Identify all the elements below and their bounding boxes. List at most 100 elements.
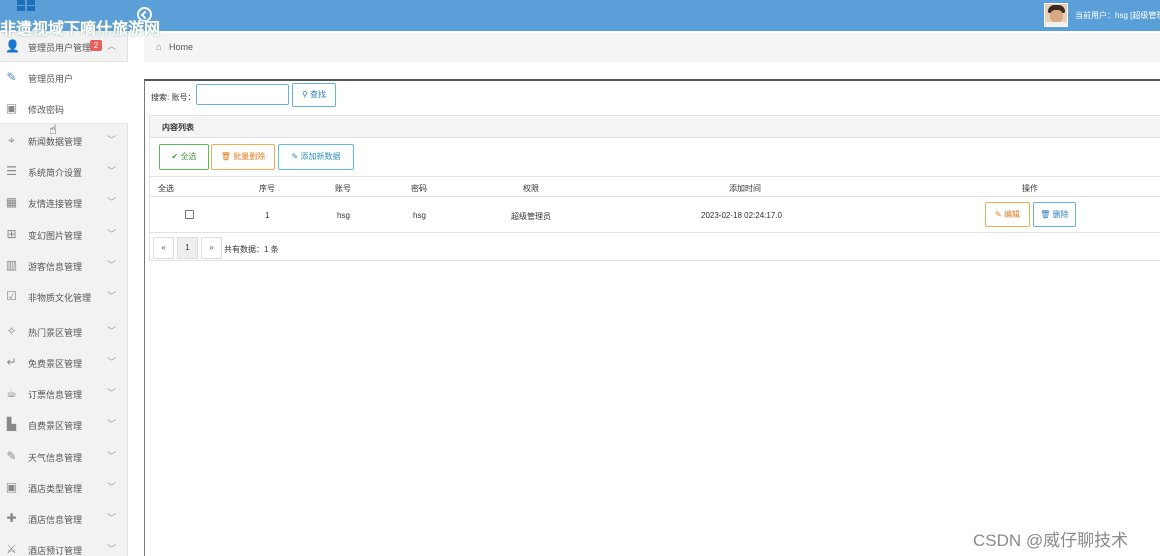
page-next[interactable]: » (201, 237, 222, 259)
sidebar-item-label: 管理员用户管理 (28, 43, 92, 53)
check-square-icon: ☑ (6, 289, 17, 303)
chevron-down-icon: ﹀ (107, 419, 117, 429)
image-icon: ▣ (5, 101, 18, 115)
cell-account: hsg (337, 211, 350, 220)
sidebar-item-hotel-booking[interactable]: ⚔ 酒店预订管理 ﹀ (0, 534, 128, 556)
sidebar-item-hotel-types[interactable]: ▣ 酒店类型管理 ﹀ (0, 472, 128, 503)
table-icon: ▦ (5, 195, 18, 209)
sidebar-item-weather[interactable]: ✎ 天气信息管理 ﹀ (0, 441, 128, 472)
delete-button[interactable]: 🗑 删除 (1033, 202, 1076, 227)
sidebar-item-system-intro[interactable]: ☰ 系统简介设置 ﹀ (0, 156, 128, 187)
sidebar-item-news[interactable]: ⌖ 新闻数据管理 ﹀ (0, 125, 128, 156)
chevron-down-icon: ﹀ (107, 291, 117, 301)
home-icon[interactable]: ⌂ (156, 42, 162, 53)
sidebar-item-admin-user[interactable]: ✎ 管理员用户 (0, 62, 128, 93)
sidebar-item-label: 游客信息管理 (28, 262, 83, 272)
current-user-info[interactable]: 当前用户：hsg [超级管理 (1075, 10, 1160, 21)
page-number[interactable]: 1 (177, 237, 198, 259)
sidebar-item-label: 免费景区管理 (28, 359, 83, 369)
sidebar-item-carousel[interactable]: ⊞ 变幻图片管理 ﹀ (0, 219, 128, 250)
sidebar-item-label: 自费景区管理 (28, 421, 83, 431)
sidebar-item-label: 系统简介设置 (28, 168, 83, 178)
header-actions: 操作 (1022, 184, 1038, 193)
edit-label: 编辑 (1003, 210, 1020, 219)
sidebar-item-label: 订票信息管理 (28, 390, 83, 400)
overlay-title-text: 非遗视域下嘀什旅游网 (0, 21, 161, 38)
page-prev[interactable]: « (153, 237, 174, 259)
sidebar-item-hotel-info[interactable]: ✚ 酒店信息管理 ﹀ (0, 503, 128, 534)
chevron-down-icon: ﹀ (107, 513, 117, 523)
chevron-down-icon: ﹀ (107, 166, 117, 176)
user-icon: 👤 (5, 39, 20, 53)
sidebar-item-label: 变幻图片管理 (28, 231, 83, 241)
list-icon: ☰ (6, 164, 17, 178)
batch-delete-button[interactable]: 🗑 批量删除 (211, 144, 275, 170)
content-list-panel: 内容列表 ✔ 全选 🗑 批量删除 ✎ 添加新数据 全选 序号 账号 密码 权限 … (149, 115, 1160, 261)
chevron-down-icon: ﹀ (107, 229, 117, 239)
hand-cursor-icon: ☝ (49, 122, 57, 137)
panel-title: 内容列表 (162, 123, 194, 132)
batch-delete-label: 批量删除 (233, 152, 266, 161)
breadcrumb-home[interactable]: Home (169, 42, 193, 52)
search-label: 搜索: 账号： (151, 93, 196, 102)
sidebar-item-hot-scenic[interactable]: ✧ 热门景区管理 ﹀ (0, 316, 128, 347)
sidebar-item-label: 修改密码 (28, 105, 65, 115)
chevron-down-icon: ﹀ (107, 135, 117, 145)
chevron-down-icon: ﹀ (107, 544, 117, 554)
table-row: 1 hsg hsg 超级管理员 2023-02-18 02:24:17.0 ✎ … (150, 197, 1160, 233)
reply-icon: ↵ (6, 355, 17, 369)
edit-button[interactable]: ✎ 编辑 (985, 202, 1030, 227)
sidebar-item-friend-links[interactable]: ▦ 友情连接管理 ﹀ (0, 187, 128, 218)
search-button-label: 查找 (310, 90, 327, 99)
sidebar-item-change-password[interactable]: ▣ 修改密码 (0, 93, 128, 124)
chevron-down-icon: ﹀ (107, 357, 117, 367)
sidebar-item-label: 酒店预订管理 (28, 546, 83, 556)
avatar[interactable] (1044, 3, 1068, 27)
header-index: 序号 (259, 184, 275, 193)
sidebar-item-heritage[interactable]: ☑ 非物质文化管理 ﹀ (0, 281, 128, 312)
select-all-button[interactable]: ✔ 全选 (159, 144, 209, 170)
gift-icon: ⊞ (6, 227, 17, 241)
delete-label: 删除 (1052, 210, 1069, 219)
check-icon: ✔ (171, 152, 179, 161)
header-select-all[interactable]: 全选 (158, 183, 174, 194)
chevron-down-icon: ﹀ (107, 388, 117, 398)
add-data-label: 添加新数据 (300, 152, 341, 161)
sidebar-item-paid-scenic[interactable]: ▙ 自费景区管理 ﹀ (0, 409, 128, 440)
magic-icon: ✧ (6, 324, 17, 338)
sidebar-item-tickets[interactable]: ☕ 订票信息管理 ﹀ (0, 378, 128, 409)
add-data-button[interactable]: ✎ 添加新数据 (278, 144, 354, 170)
sidebar-item-label: 友情连接管理 (28, 199, 83, 209)
sidebar-item-label: 酒店类型管理 (28, 484, 83, 494)
breadcrumb: ⌂ Home (144, 33, 1160, 62)
header-account: 账号 (335, 184, 351, 193)
cutlery-icon: ⚔ (6, 542, 17, 556)
chevron-down-icon: ﹀ (107, 482, 117, 492)
edit-icon: ✎ (291, 152, 299, 161)
pencil-icon: ✎ (6, 449, 17, 463)
trash-icon: 🗑 (1040, 210, 1051, 219)
header-password: 密码 (411, 184, 427, 193)
count-badge: 2 (90, 40, 102, 51)
csdn-watermark: CSDN @威仔聊技术 (973, 531, 1129, 550)
top-navbar: 当前用户：hsg [超级管理 (0, 0, 1160, 31)
sidebar-item-free-scenic[interactable]: ↵ 免费景区管理 ﹀ (0, 347, 128, 378)
chevron-down-icon: ﹀ (107, 451, 117, 461)
image-icon: ▣ (5, 480, 18, 494)
header-role: 权限 (523, 184, 539, 193)
cell-role: 超级管理员 (511, 212, 551, 221)
chevron-up-icon: ︿ (107, 41, 117, 51)
row-checkbox[interactable] (185, 210, 194, 219)
windows-logo-icon (17, 0, 36, 12)
sidebar-toggle-icon[interactable] (137, 7, 152, 22)
account-search-input[interactable] (196, 84, 289, 105)
edit-icon: ✎ (995, 210, 1002, 219)
panel-header: 内容列表 (150, 116, 1160, 138)
map-icon: ▥ (5, 258, 18, 272)
search-button[interactable]: ⚲ 查找 (292, 83, 336, 107)
select-all-label: 全选 (180, 152, 197, 161)
content-area: 搜索: 账号： ⚲ 查找 内容列表 ✔ 全选 🗑 批量删除 ✎ 添加新数据 全选… (144, 79, 1160, 556)
pencil-icon: ✎ (6, 70, 17, 84)
table-header: 全选 序号 账号 密码 权限 添加时间 操作 (150, 176, 1160, 197)
sidebar-item-visitors[interactable]: ▥ 游客信息管理 ﹀ (0, 250, 128, 281)
